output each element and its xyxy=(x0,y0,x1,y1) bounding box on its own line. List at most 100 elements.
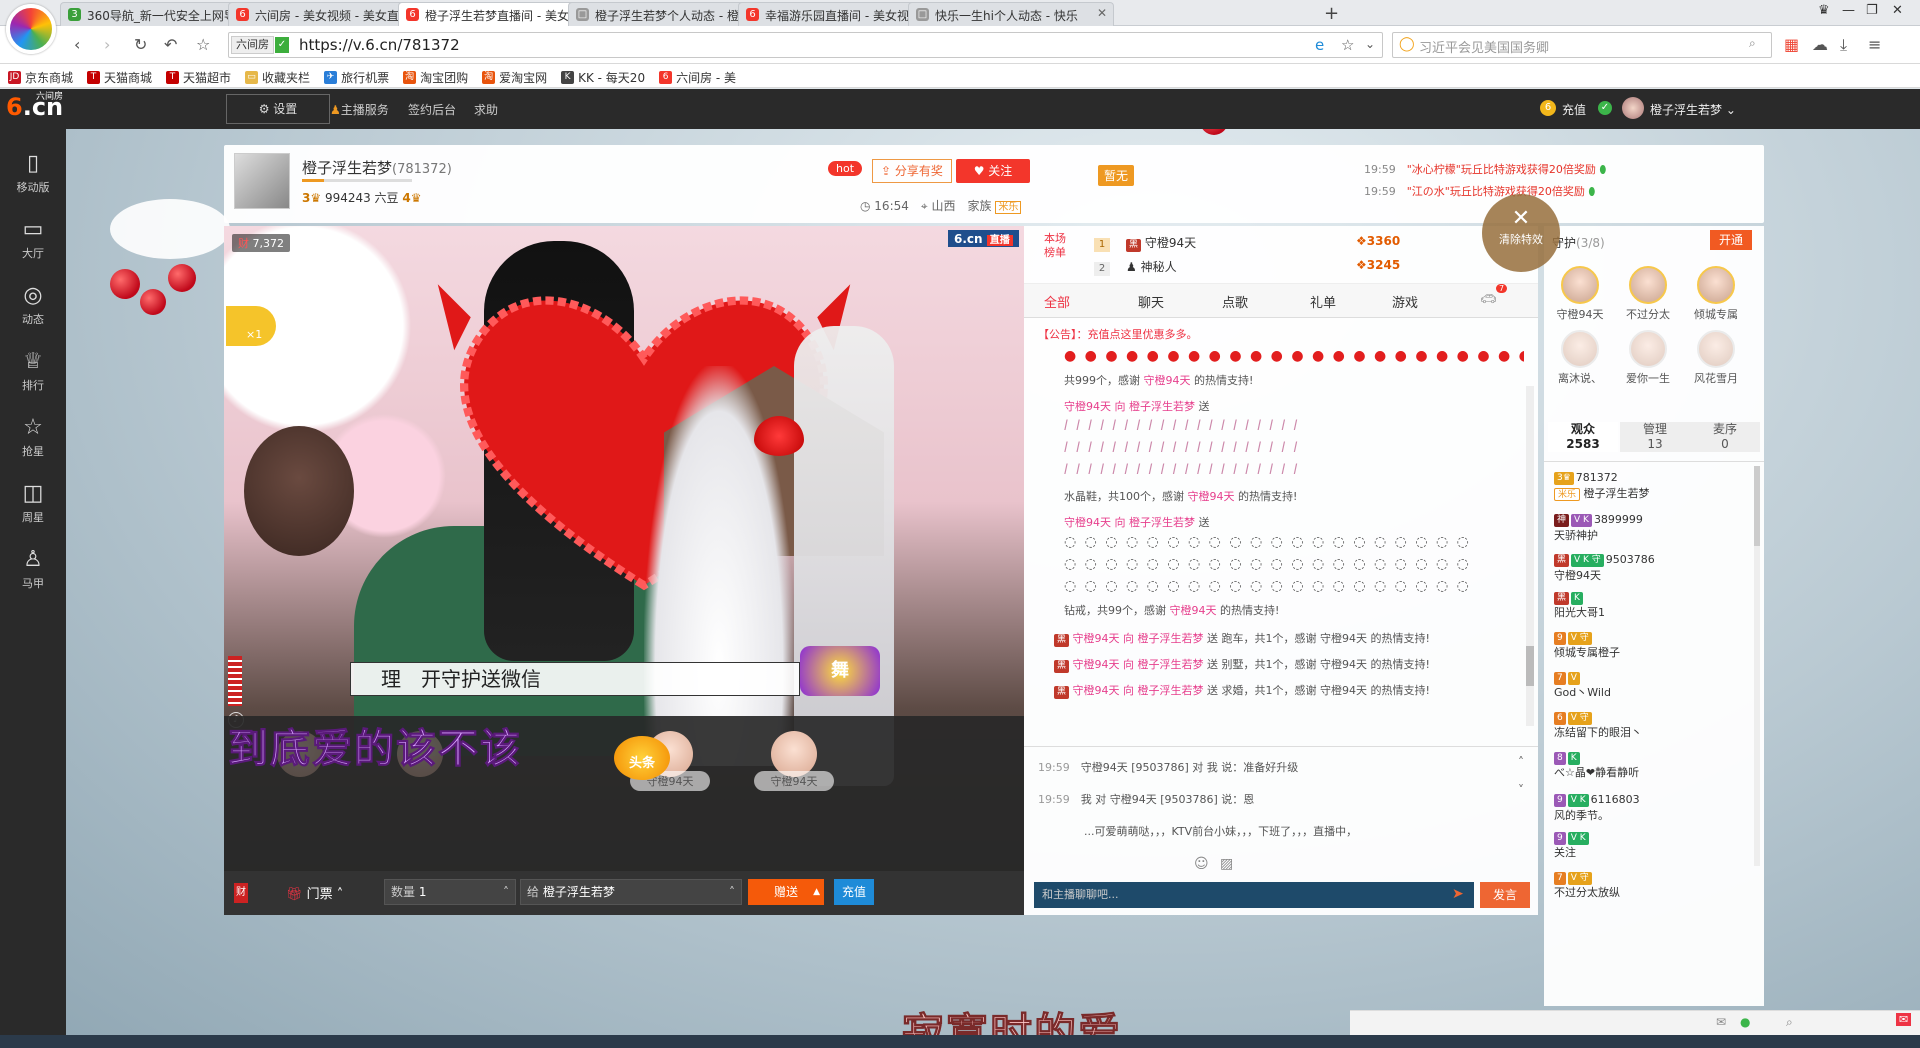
search-box[interactable]: ◯ 习近平会见美国国务卿 ⌕ xyxy=(1392,32,1772,58)
ie-mode-icon[interactable]: e xyxy=(1315,36,1324,54)
guard-member[interactable]: 倾城专属 xyxy=(1686,266,1746,322)
bookmark-item[interactable]: T 天猫超市 xyxy=(166,68,231,87)
bookmark-item[interactable]: JD 京东商城 xyxy=(8,68,73,87)
tab-all[interactable]: 全部 xyxy=(1044,292,1070,311)
tab-audience[interactable]: 观众 2583 xyxy=(1548,422,1618,452)
recharge-button[interactable]: 充值 xyxy=(834,879,874,905)
rank-row[interactable]: 1黑 守橙94天 ❖3360 xyxy=(1094,234,1400,252)
refresh-icon[interactable]: ↻ xyxy=(134,35,147,54)
browser-logo-icon[interactable] xyxy=(6,4,56,54)
help-link[interactable]: 求助 xyxy=(474,101,498,118)
tab-queue[interactable]: 麦序 0 xyxy=(1690,422,1760,452)
apps-grid-icon[interactable]: ▦ xyxy=(1784,35,1799,54)
audience-row[interactable]: 9V 守倾城专属橙子 xyxy=(1554,632,1754,661)
nav-item-feed[interactable]: ◎ 动态 xyxy=(0,271,66,337)
shirt-icon[interactable]: ♛ xyxy=(1818,3,1830,18)
anchor-name[interactable]: 橙子浮生若梦(781372) xyxy=(302,157,452,178)
guard-member[interactable]: 风花雪月 xyxy=(1686,330,1746,386)
wealth-icon[interactable]: 财 xyxy=(234,883,248,903)
back-icon[interactable]: ‹ xyxy=(74,35,80,54)
chat-input[interactable]: 和主播聊聊吧... xyxy=(1034,882,1474,908)
nav-item-weekly[interactable]: ◫ 周星 xyxy=(0,469,66,535)
announcement[interactable]: 【公告】：充值点这里优惠多多。 xyxy=(1038,326,1198,342)
audience-scrollbar[interactable] xyxy=(1754,466,1760,866)
send-message-button[interactable]: 发言 xyxy=(1480,882,1530,908)
audience-row[interactable]: 6V 守冻结留下的眼泪丶 xyxy=(1554,712,1754,741)
new-tab-icon[interactable]: + xyxy=(1324,3,1339,24)
chevron-down-icon[interactable]: ⌄ xyxy=(1365,37,1375,51)
send-gift-button[interactable]: 赠送 ▲ xyxy=(748,879,824,905)
guard-member[interactable]: 不过分太 xyxy=(1618,266,1678,322)
user-menu[interactable]: 橙子浮生若梦 ⌄ xyxy=(1650,101,1736,118)
favorite-star-icon[interactable]: ☆ xyxy=(196,35,210,54)
search-icon[interactable]: ⌕ xyxy=(1786,1015,1793,1030)
clear-effects-button[interactable]: ✕ 清除特效 xyxy=(1482,194,1560,272)
nav-item-star[interactable]: ☆ 抢星 xyxy=(0,403,66,469)
audience-row[interactable]: 9V K 6116803 风的季节。 xyxy=(1554,792,1754,824)
settings-button[interactable]: ⚙ 设置 xyxy=(226,94,330,124)
guard-member[interactable]: 爱你一生 xyxy=(1618,330,1678,386)
anchor-avatar[interactable] xyxy=(234,153,290,209)
car-icon[interactable]: 🚗︎ 7 xyxy=(1480,284,1508,307)
chat-bubble-icon[interactable]: ✉ xyxy=(1896,1013,1912,1026)
chevron-down-icon[interactable]: ˅ xyxy=(1518,783,1524,797)
nav-item-rank[interactable]: ♕ 排行 xyxy=(0,337,66,403)
chat-scrollbar[interactable] xyxy=(1526,386,1534,726)
rank-row[interactable]: 2 ♟ 神秘人 ❖3245 xyxy=(1094,258,1400,276)
share-button[interactable]: ⇪ 分享有奖 xyxy=(872,159,952,183)
tab-gifts[interactable]: 礼单 xyxy=(1310,292,1336,311)
forward-icon[interactable]: › xyxy=(104,35,110,54)
chat-message-list[interactable]: ● ● ● ● ● ● ● ● ● ● ● ● ● ● ● ● ● ● ● ● … xyxy=(1024,346,1524,746)
bookmark-star-icon[interactable]: ☆ xyxy=(1341,36,1354,54)
open-guard-button[interactable]: 开通 xyxy=(1710,230,1752,250)
guard-member[interactable]: 离沐说、 xyxy=(1550,330,1610,386)
bookmark-item[interactable]: T 天猫商城 xyxy=(87,68,152,87)
undo-icon[interactable]: ↶ xyxy=(164,35,177,54)
download-icon[interactable]: ⤓ xyxy=(1840,35,1847,55)
recipient-field[interactable]: 给 橙子浮生若梦 ˄ xyxy=(520,879,742,905)
guard-member[interactable]: 守橙94天 xyxy=(1550,266,1610,322)
seat-guard[interactable]: 守橙94天 xyxy=(754,731,834,801)
nav-item-mobile[interactable]: ▯ 移动版 xyxy=(0,139,66,205)
address-bar[interactable]: 六间房 ✓ https://v.6.cn/781372 e ☆ ⌄ xyxy=(228,32,1383,58)
signing-backend-link[interactable]: 签约后台 xyxy=(408,101,456,118)
tab-chat[interactable]: 聊天 xyxy=(1138,292,1164,311)
image-icon[interactable]: ▨ xyxy=(1220,856,1233,872)
tab-song[interactable]: 点歌 xyxy=(1222,292,1248,311)
video-player[interactable]: 6.cn 直播 财 7,372 ×1 舞 理 开守护送微信 ♪ 守橙94天 守橙… xyxy=(224,226,1024,915)
tab-games[interactable]: 游戏 xyxy=(1392,292,1418,311)
avatar[interactable] xyxy=(1622,97,1644,119)
maximize-icon[interactable]: ❐ xyxy=(1866,3,1878,18)
bookmark-item[interactable]: 淘淘宝团购 xyxy=(403,68,468,87)
private-message-list[interactable]: 19:59 守橙94天 [9503786] 对 我 说：准备好升级 19:59 … xyxy=(1024,746,1538,866)
audience-row[interactable]: 7 V God丶Wild xyxy=(1554,672,1754,701)
audience-row[interactable]: 黑V K 守 9503786 守橙94天 xyxy=(1554,552,1754,584)
anchor-service-link[interactable]: ♟主播服务 xyxy=(330,101,389,118)
nav-item-hall[interactable]: ▭ 大厅 xyxy=(0,205,66,271)
mail-icon[interactable]: ✉ xyxy=(1716,1015,1726,1029)
audience-row[interactable]: 8 K べ☆晶❤静看静听 xyxy=(1554,752,1754,781)
recharge-link[interactable]: 充值 xyxy=(1562,101,1586,118)
window-close-icon[interactable]: ✕ xyxy=(1892,3,1903,18)
chevron-up-icon[interactable]: ˄ xyxy=(1518,755,1524,769)
browser-tab[interactable]: □ 快乐一生hi个人动态 - 快乐 ✕ xyxy=(908,2,1114,26)
emoji-icon[interactable]: ☺ xyxy=(1194,856,1209,872)
bookmark-item[interactable]: K KK - 每天20 xyxy=(561,68,645,87)
ticket-button[interactable]: 🎁︎ 门票 ˄ xyxy=(286,883,343,902)
bookmark-folder[interactable]: ▭ 收藏夹栏 xyxy=(245,68,310,87)
tab-managers[interactable]: 管理 13 xyxy=(1620,422,1690,452)
bookmark-item[interactable]: 6 六间房 - 美 xyxy=(659,68,736,87)
close-icon[interactable]: ✕ xyxy=(1097,6,1107,20)
security-icon[interactable]: ● xyxy=(1740,1015,1750,1029)
family-badge[interactable]: 米乐 xyxy=(995,201,1022,214)
url-text[interactable]: https://v.6.cn/781372 xyxy=(299,36,460,54)
flag-badge[interactable]: 暂无 xyxy=(1098,165,1135,186)
follow-button[interactable]: ♥ 关注 xyxy=(956,159,1030,183)
audience-row[interactable]: 神V K 3899999 天骄神护 xyxy=(1554,512,1754,544)
cloud-icon[interactable]: ☁ xyxy=(1812,35,1828,54)
paper-plane-icon[interactable]: ➤ xyxy=(1452,886,1464,902)
menu-icon[interactable]: ≡ xyxy=(1868,35,1881,54)
headline-badge[interactable]: 头条 xyxy=(614,736,670,780)
search-icon[interactable]: ⌕ xyxy=(1749,36,1756,51)
audience-row[interactable]: 9V K 关注 xyxy=(1554,832,1754,861)
